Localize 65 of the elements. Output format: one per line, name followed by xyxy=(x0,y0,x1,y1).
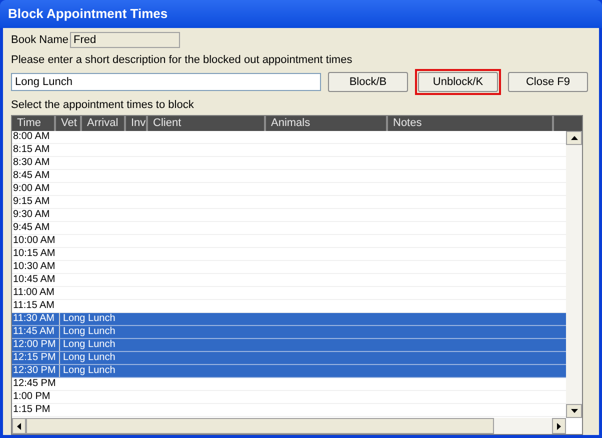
time-row[interactable]: 12:30 PM Long Lunch xyxy=(12,365,566,378)
scroll-thumb[interactable] xyxy=(26,418,494,434)
note-cell: Long Lunch xyxy=(59,313,116,325)
time-cell-text: 11:15 AM xyxy=(12,300,56,312)
note-cell: Long Lunch xyxy=(59,365,116,377)
time-cell-text: 12:45 PM xyxy=(12,378,57,390)
time-cell-text: 10:45 AM xyxy=(12,274,56,286)
time-cell-text: 10:30 AM xyxy=(12,261,56,273)
vertical-scrollbar[interactable] xyxy=(566,131,582,418)
time-row[interactable]: 12:15 PM Long Lunch xyxy=(12,352,566,365)
book-name-field: Fred xyxy=(70,32,180,48)
time-row[interactable]: 8:45 AM xyxy=(12,170,566,183)
time-cell-text: 10:15 AM xyxy=(12,248,56,260)
table-label: Select the appointment times to block xyxy=(11,99,195,112)
time-cell-text: 1:00 PM xyxy=(12,391,52,403)
time-row[interactable]: 1:00 PM xyxy=(12,391,566,404)
time-cell-text: 11:00 AM xyxy=(12,287,56,299)
time-cell-text: 9:45 AM xyxy=(12,222,51,234)
time-row[interactable]: 12:00 PM Long Lunch xyxy=(12,339,566,352)
time-row[interactable]: 12:45 PM xyxy=(12,378,566,391)
time-cell-text: 11:30 AM xyxy=(12,313,56,325)
horizontal-scrollbar[interactable] xyxy=(12,418,566,434)
time-row[interactable]: 10:45 AM xyxy=(12,274,566,287)
description-field[interactable]: Long Lunch xyxy=(11,73,321,91)
time-row[interactable]: 11:00 AM xyxy=(12,287,566,300)
time-cell-text: 8:45 AM xyxy=(12,170,51,182)
time-cell-text: 12:00 PM xyxy=(12,339,57,351)
time-cell-text: 12:15 PM xyxy=(12,352,57,364)
scroll-up-icon[interactable] xyxy=(566,131,582,145)
dialog-button[interactable]: Close F9 xyxy=(508,72,588,92)
scroll-left-icon[interactable] xyxy=(12,418,26,434)
time-cell-text: 10:00 AM xyxy=(12,235,56,247)
book-name-label: Book Name xyxy=(11,32,68,48)
note-cell: Long Lunch xyxy=(59,339,116,351)
time-row[interactable]: 11:30 AM Long Lunch xyxy=(12,313,566,326)
time-row[interactable]: 9:15 AM xyxy=(12,196,566,209)
time-cell-text: 1:15 PM xyxy=(12,404,52,416)
note-cell: Long Lunch xyxy=(59,326,116,338)
note-cell: Long Lunch xyxy=(59,352,116,364)
dialog-button[interactable]: Block/B xyxy=(328,72,408,92)
time-cell-text: 9:30 AM xyxy=(12,209,51,221)
dialog-button[interactable]: Unblock/K xyxy=(418,72,498,92)
window-title: Block Appointment Times xyxy=(8,5,168,24)
time-cell-text: 8:00 AM xyxy=(12,131,51,143)
time-row[interactable]: 11:15 AM xyxy=(12,300,566,313)
time-row[interactable]: 10:15 AM xyxy=(12,248,566,261)
time-row[interactable]: 9:45 AM xyxy=(12,222,566,235)
time-row[interactable]: 10:00 AM xyxy=(12,235,566,248)
time-cell-text: 11:45 AM xyxy=(12,326,56,338)
time-row[interactable]: 11:45 AM Long Lunch xyxy=(12,326,566,339)
time-row[interactable]: 10:30 AM xyxy=(12,261,566,274)
time-cell-text: 8:30 AM xyxy=(12,157,51,169)
time-cell-text: 9:15 AM xyxy=(12,196,51,208)
time-row[interactable]: 9:30 AM xyxy=(12,209,566,222)
time-row[interactable]: 8:00 AM xyxy=(12,131,566,144)
time-row[interactable]: 1:15 PM xyxy=(12,404,566,417)
time-row[interactable]: 8:15 AM xyxy=(12,144,566,157)
scroll-right-icon[interactable] xyxy=(552,418,566,434)
time-cell-text: 12:30 PM xyxy=(12,365,57,377)
time-row[interactable]: 8:30 AM xyxy=(12,157,566,170)
time-row[interactable]: 9:00 AM xyxy=(12,183,566,196)
description-label: Please enter a short description for the blocked out appointment times xyxy=(11,54,354,67)
time-cell-text: 8:15 AM xyxy=(12,144,51,156)
scroll-down-icon[interactable] xyxy=(566,404,582,418)
time-cell-text: 9:00 AM xyxy=(12,183,51,195)
